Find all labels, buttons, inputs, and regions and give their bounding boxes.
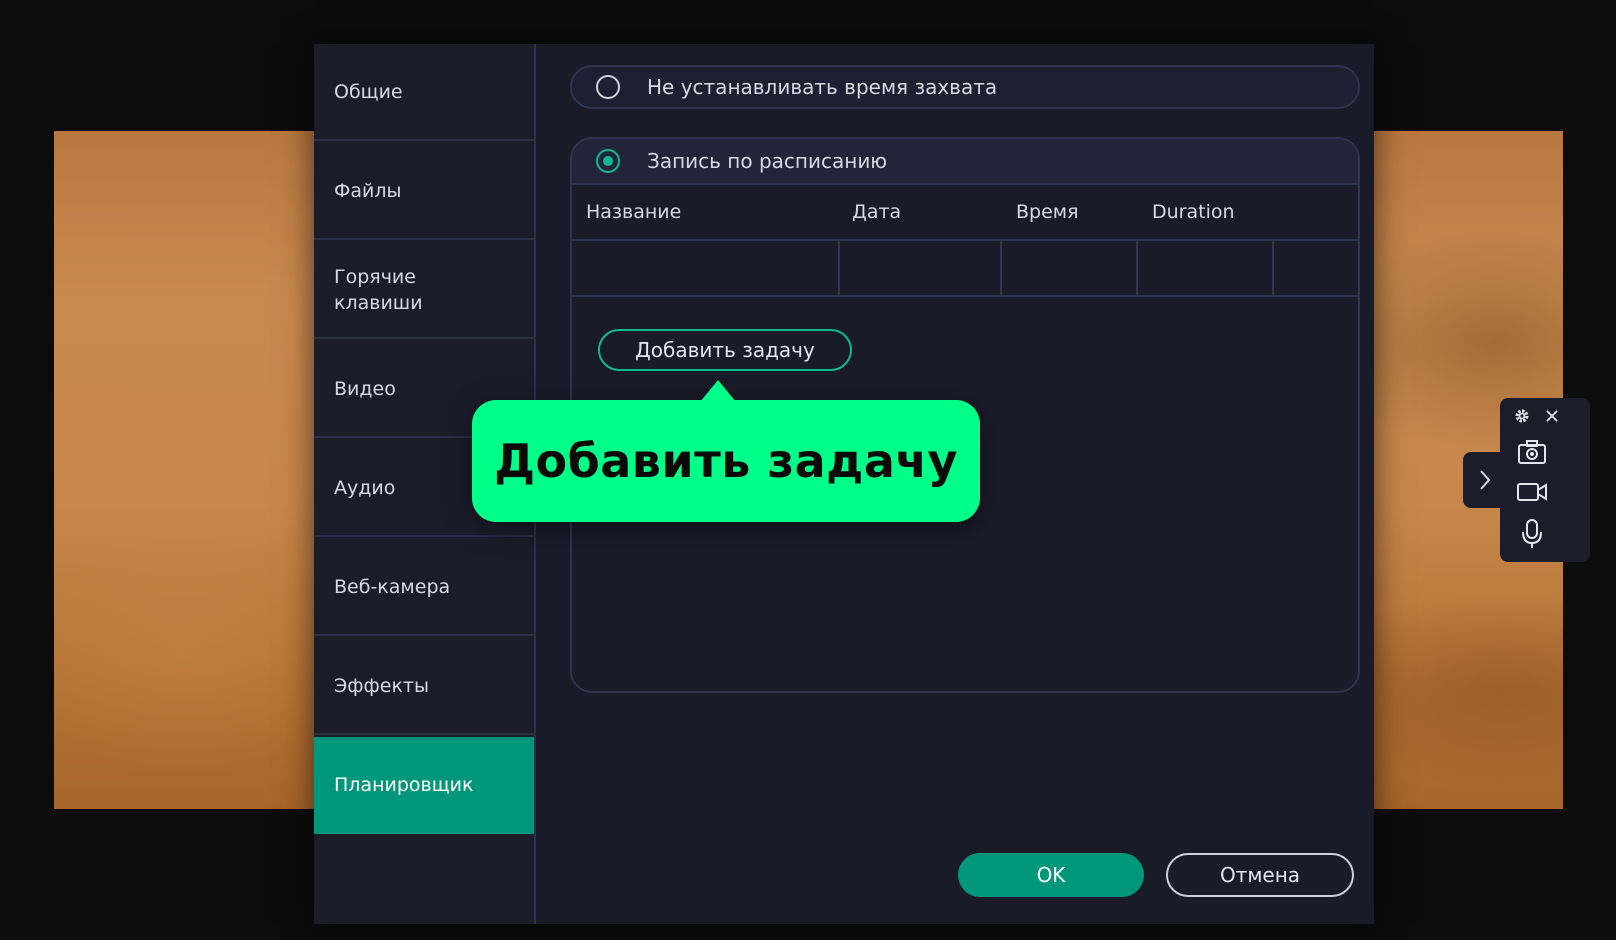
sidebar-item-label: Видео xyxy=(334,377,396,400)
add-task-callout: Добавить задачу xyxy=(472,380,980,522)
cancel-button[interactable]: Отмена xyxy=(1166,853,1354,897)
column-header-time[interactable]: Время xyxy=(1016,185,1079,239)
capture-widget xyxy=(1500,398,1590,562)
sidebar-item-label: Эффекты xyxy=(334,674,429,697)
add-task-button[interactable]: Добавить задачу xyxy=(598,329,852,371)
schedule-table-header: Название Дата Время Duration xyxy=(572,185,1358,241)
sidebar-item-effects[interactable]: Эффекты xyxy=(314,638,534,735)
chevron-right-icon xyxy=(1480,470,1491,490)
video-camera-icon[interactable] xyxy=(1514,476,1550,508)
option-schedule-recording-label: Запись по расписанию xyxy=(647,149,888,173)
sidebar-item-label: Горячие клавиши xyxy=(334,265,423,314)
sidebar-item-label: Веб-камера xyxy=(334,575,451,598)
sidebar-item-general[interactable]: Общие xyxy=(314,44,534,141)
column-header-date[interactable]: Дата xyxy=(852,185,901,239)
table-cell[interactable] xyxy=(840,241,1002,295)
sidebar-item-label: Аудио xyxy=(334,476,396,499)
table-cell[interactable] xyxy=(1138,241,1274,295)
sidebar-item-webcam[interactable]: Веб-камера xyxy=(314,539,534,636)
table-cell[interactable] xyxy=(1002,241,1138,295)
microphone-icon[interactable] xyxy=(1514,516,1550,552)
table-cell[interactable] xyxy=(572,241,840,295)
sidebar-item-label: Планировщик xyxy=(334,773,474,796)
option-schedule-recording[interactable]: Запись по расписанию xyxy=(572,139,1358,185)
column-header-name[interactable]: Название xyxy=(586,185,681,239)
screen: Общие Файлы Горячие клавиши Видео Аудио … xyxy=(0,0,1616,940)
option-no-capture-time[interactable]: Не устанавливать время захвата xyxy=(570,65,1360,109)
sidebar-item-files[interactable]: Файлы xyxy=(314,143,534,240)
camera-icon[interactable] xyxy=(1514,436,1550,468)
sidebar-item-label: Общие xyxy=(334,80,403,103)
radio-no-capture-time[interactable] xyxy=(596,75,620,99)
sidebar-item-hotkeys[interactable]: Горячие клавиши xyxy=(314,242,534,339)
callout-text: Добавить задачу xyxy=(494,434,958,488)
radio-schedule-recording[interactable] xyxy=(596,149,620,173)
close-icon[interactable] xyxy=(1542,406,1562,426)
gear-icon[interactable] xyxy=(1512,406,1532,426)
sidebar-item-scheduler[interactable]: Планировщик xyxy=(314,737,534,834)
ok-button[interactable]: OK xyxy=(958,853,1144,897)
sidebar-item-label: Файлы xyxy=(334,179,402,202)
option-no-capture-time-label: Не устанавливать время захвата xyxy=(647,75,998,99)
table-row[interactable] xyxy=(572,241,1358,297)
column-header-duration[interactable]: Duration xyxy=(1152,185,1235,239)
